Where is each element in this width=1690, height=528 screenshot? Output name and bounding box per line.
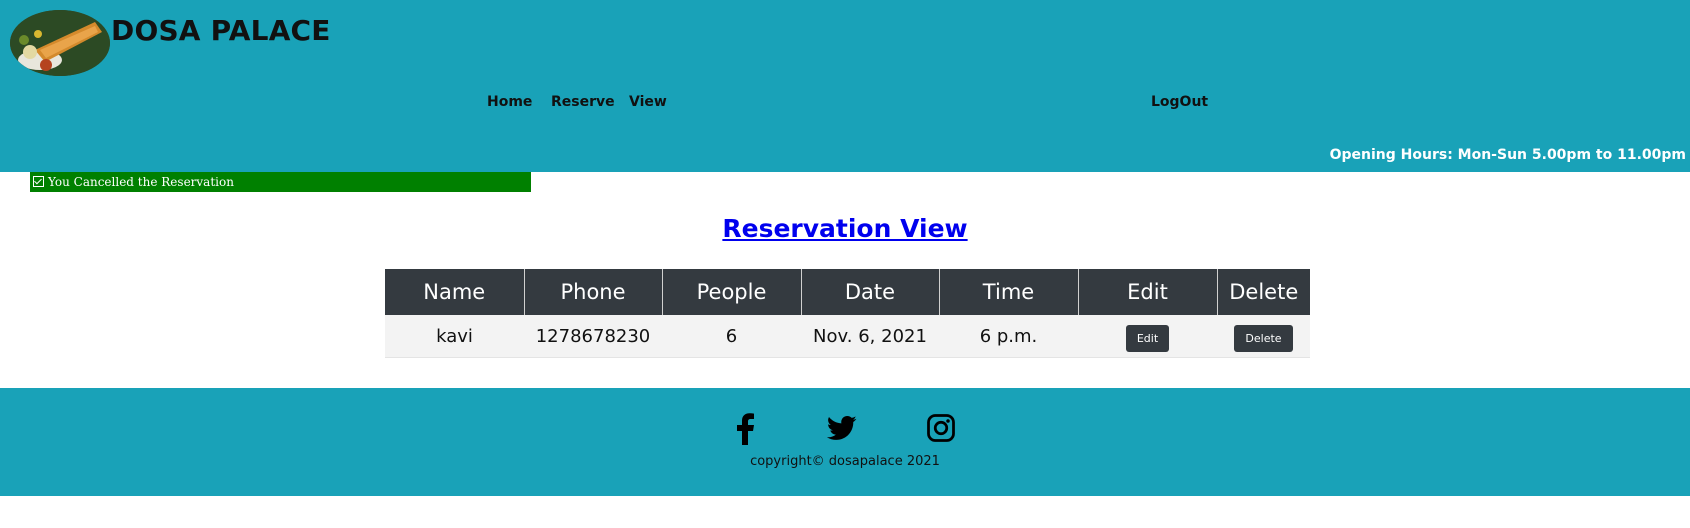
- instagram-icon[interactable]: [926, 413, 956, 447]
- nav-view-link[interactable]: View: [629, 94, 667, 110]
- alert-message: You Cancelled the Reservation: [48, 175, 234, 189]
- page-title: Reservation View: [0, 214, 1690, 243]
- column-header-name: Name: [385, 269, 525, 315]
- cell-date: Nov. 6, 2021: [801, 315, 939, 358]
- facebook-icon[interactable]: [735, 413, 755, 449]
- column-header-time: Time: [939, 269, 1079, 315]
- delete-button[interactable]: Delete: [1234, 324, 1293, 352]
- opening-hours: Opening Hours: Mon-Sun 5.00pm to 11.00pm: [1329, 147, 1686, 163]
- column-header-phone: Phone: [524, 269, 663, 315]
- cell-phone: 1278678230: [524, 315, 662, 358]
- table-header-row: Name Phone People Date Time Edit Delete: [385, 269, 1310, 315]
- nav-logout-link[interactable]: LogOut: [1151, 94, 1208, 110]
- twitter-icon[interactable]: [826, 413, 857, 447]
- site-header: DOSA PALACE Home Reserve View LogOut Ope…: [0, 0, 1690, 172]
- dosa-plate-logo: [10, 10, 110, 76]
- edit-button[interactable]: Edit: [1125, 324, 1170, 352]
- nav-home-link[interactable]: Home: [487, 94, 532, 110]
- nav-reserve-link[interactable]: Reserve: [551, 94, 615, 110]
- check-square-icon: [33, 176, 44, 187]
- cancel-alert: You Cancelled the Reservation: [30, 172, 531, 192]
- column-header-edit: Edit: [1078, 269, 1218, 315]
- table-row: kavi 1278678230 6 Nov. 6, 2021 6 p.m. Ed…: [385, 315, 1310, 358]
- brand-title: DOSA PALACE: [111, 14, 331, 47]
- column-header-date: Date: [801, 269, 940, 315]
- cell-edit: Edit: [1078, 315, 1217, 358]
- site-footer: copyright© dosapalace 2021: [0, 388, 1690, 496]
- reservation-view-link[interactable]: Reservation View: [722, 214, 967, 243]
- cell-time: 6 p.m.: [939, 315, 1078, 358]
- cell-delete: Delete: [1217, 315, 1310, 358]
- reservation-table: Name Phone People Date Time Edit Delete …: [385, 269, 1310, 358]
- column-header-delete: Delete: [1217, 269, 1310, 315]
- column-header-people: People: [662, 269, 802, 315]
- copyright-text: copyright© dosapalace 2021: [750, 454, 940, 469]
- cell-people: 6: [662, 315, 801, 358]
- cell-name: kavi: [385, 315, 524, 358]
